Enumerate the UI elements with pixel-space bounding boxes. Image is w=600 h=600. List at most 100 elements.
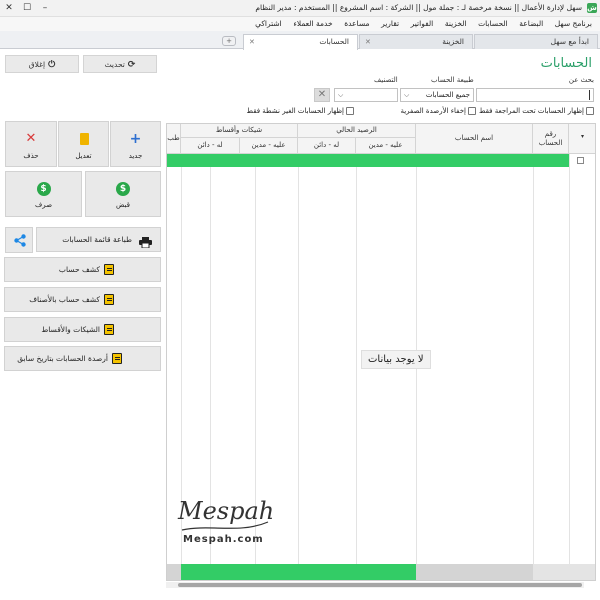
share-button[interactable] — [5, 227, 33, 253]
text-cursor — [589, 90, 590, 100]
menu-item-invoices[interactable]: الفواتير — [411, 17, 434, 31]
dollar-icon: $ — [36, 182, 51, 196]
edit-button[interactable]: تعديل — [58, 121, 109, 167]
window-title: سهل لإدارة الأعمال || نسخة مرخصة لـ : جم… — [255, 3, 582, 12]
menu-item-subscription[interactable]: اشتراكي — [255, 17, 282, 31]
tab-start-label: ابدأ مع سهل — [550, 37, 589, 46]
menu-item-customer-service[interactable]: خدمة العملاء — [293, 17, 332, 31]
grid-header-cheques: شيكات وأقساط — [181, 124, 298, 138]
close-tab-icon[interactable]: ✕ — [365, 35, 371, 49]
clear-filter-button[interactable]: ✕ — [314, 88, 330, 102]
receipt-button[interactable]: $ قبض — [85, 171, 161, 217]
note-icon — [104, 294, 114, 305]
table-row[interactable] — [167, 154, 569, 167]
close-window-icon[interactable]: ✕ — [0, 0, 18, 17]
new-label: جديد — [128, 152, 143, 160]
checkbox-box[interactable] — [468, 107, 476, 115]
footer-cell — [416, 564, 533, 580]
hide-zero-label: إخفاء الأرصدة الصفرية — [400, 107, 466, 115]
grid-header-balance: الرصيد الحالي — [298, 124, 416, 138]
menu-item-treasury[interactable]: الخزينة — [445, 17, 467, 31]
watermark-site: Mespah.com — [183, 534, 264, 545]
menu-item-help[interactable]: مساعدة — [344, 17, 369, 31]
scrollbar-thumb[interactable] — [178, 583, 582, 587]
tab-treasury[interactable]: الخزينة ✕ — [359, 34, 473, 49]
grid-header-cheques-credit: له - دائن — [181, 138, 240, 154]
edit-label: تعديل — [75, 152, 92, 160]
grid-column-line — [416, 124, 417, 564]
menu-bar: برنامج سهل البضاعة الحسابات الخزينة الفو… — [0, 17, 600, 31]
footer-totals — [181, 564, 416, 580]
search-input[interactable] — [476, 88, 594, 102]
classification-label: التصنيف — [374, 76, 398, 84]
printer-icon — [139, 234, 152, 249]
hide-zero-checkbox[interactable]: إخفاء الأرصدة الصفرية — [400, 107, 476, 115]
statement-label: كشف حساب — [58, 265, 100, 274]
close-button[interactable]: ⏻إغلاق — [5, 55, 79, 73]
payment-label: صرف — [34, 201, 53, 209]
tab-start[interactable]: ابدأ مع سهل — [474, 34, 598, 49]
grid-header-balance-credit: له - دائن — [298, 138, 356, 154]
statement-items-button[interactable]: كشف حساب بالأصناف — [4, 287, 161, 312]
note-icon — [104, 324, 114, 335]
statement-button[interactable]: كشف حساب — [4, 257, 161, 282]
grid-column-line — [298, 124, 299, 564]
menu-item-accounts[interactable]: الحسابات — [478, 17, 508, 31]
grid-header-account-name[interactable]: اسم الحساب — [416, 124, 533, 154]
print-list-button[interactable]: طباعة قائمة الحسابات — [36, 227, 161, 252]
footer-cell — [533, 564, 595, 580]
refresh-label: تحديث — [104, 60, 125, 69]
classification-select[interactable]: ⌵ — [334, 88, 398, 102]
row-checkbox[interactable] — [577, 157, 584, 164]
review-only-label: إظهار الحسابات تحت المراجعة فقط — [478, 107, 584, 115]
statement-items-label: كشف حساب بالأصناف — [29, 295, 100, 304]
chevron-down-icon: ⌵ — [338, 91, 344, 99]
grid-header-cheques-debit: عليه - مدين — [240, 138, 298, 154]
checkbox-box[interactable] — [586, 107, 594, 115]
cheques-button[interactable]: الشيكات والأقساط — [4, 317, 161, 342]
refresh-icon: ⟳ — [127, 60, 136, 70]
minimize-window-icon[interactable]: – — [36, 0, 54, 17]
grid-column-line — [356, 124, 357, 564]
grid-header-balance-debit: عليه - مدين — [356, 138, 416, 154]
tab-accounts[interactable]: الحسابات ✕ — [243, 34, 358, 50]
footer-cell — [167, 564, 181, 580]
grid-header-partial: طب — [167, 124, 181, 154]
empty-state-label: لا يوجد بيانات — [361, 350, 431, 369]
review-only-checkbox[interactable]: إظهار الحسابات تحت المراجعة فقط — [479, 107, 594, 115]
note-icon — [112, 353, 122, 364]
menu-item-program[interactable]: برنامج سهل — [555, 17, 592, 31]
delete-button[interactable]: ✕ حذف — [5, 121, 57, 167]
watermark-underline — [181, 521, 269, 531]
grid-column-line — [533, 124, 534, 564]
delete-label: حذف — [23, 152, 39, 160]
grid-column-line — [569, 124, 570, 564]
print-list-label: طباعة قائمة الحسابات — [62, 235, 132, 244]
close-tab-icon[interactable]: ✕ — [249, 35, 255, 49]
inactive-only-label: إظهار الحسابات الغير نشطة فقط — [246, 107, 344, 115]
refresh-button[interactable]: ⟳تحديث — [83, 55, 157, 73]
menu-item-goods[interactable]: البضاعة — [519, 17, 543, 31]
app-icon: ش — [587, 3, 597, 13]
balances-date-label: أرصدة الحسابات بتاريخ سابق — [17, 354, 108, 363]
page-title: الحسابات — [540, 56, 592, 71]
account-type-select[interactable]: جميع الحسابات ⌵ — [400, 88, 474, 102]
horizontal-scrollbar[interactable] — [166, 582, 584, 588]
power-icon: ⏻ — [48, 60, 56, 70]
checkbox-box[interactable] — [346, 107, 354, 115]
plus-icon: + — [129, 131, 142, 147]
menu-item-reports[interactable]: تقارير — [381, 17, 399, 31]
close-label: إغلاق — [28, 60, 46, 69]
new-button[interactable]: + جديد — [110, 121, 161, 167]
grid-header-account-number[interactable]: رقم الحساب — [533, 124, 569, 154]
add-tab-icon[interactable]: + — [222, 36, 236, 46]
inactive-only-checkbox[interactable]: إظهار الحسابات الغير نشطة فقط — [247, 107, 354, 115]
note-icon — [104, 264, 114, 275]
tab-treasury-label: الخزينة — [442, 37, 464, 46]
payment-button[interactable]: $ صرف — [5, 171, 82, 217]
account-type-label: طبيعة الحساب — [431, 76, 474, 84]
account-type-value: جميع الحسابات — [425, 91, 470, 99]
sort-down-icon[interactable]: ▾ — [569, 124, 595, 154]
balances-date-button[interactable]: أرصدة الحسابات بتاريخ سابق — [4, 346, 161, 371]
maximize-window-icon[interactable]: ☐ — [18, 0, 36, 17]
